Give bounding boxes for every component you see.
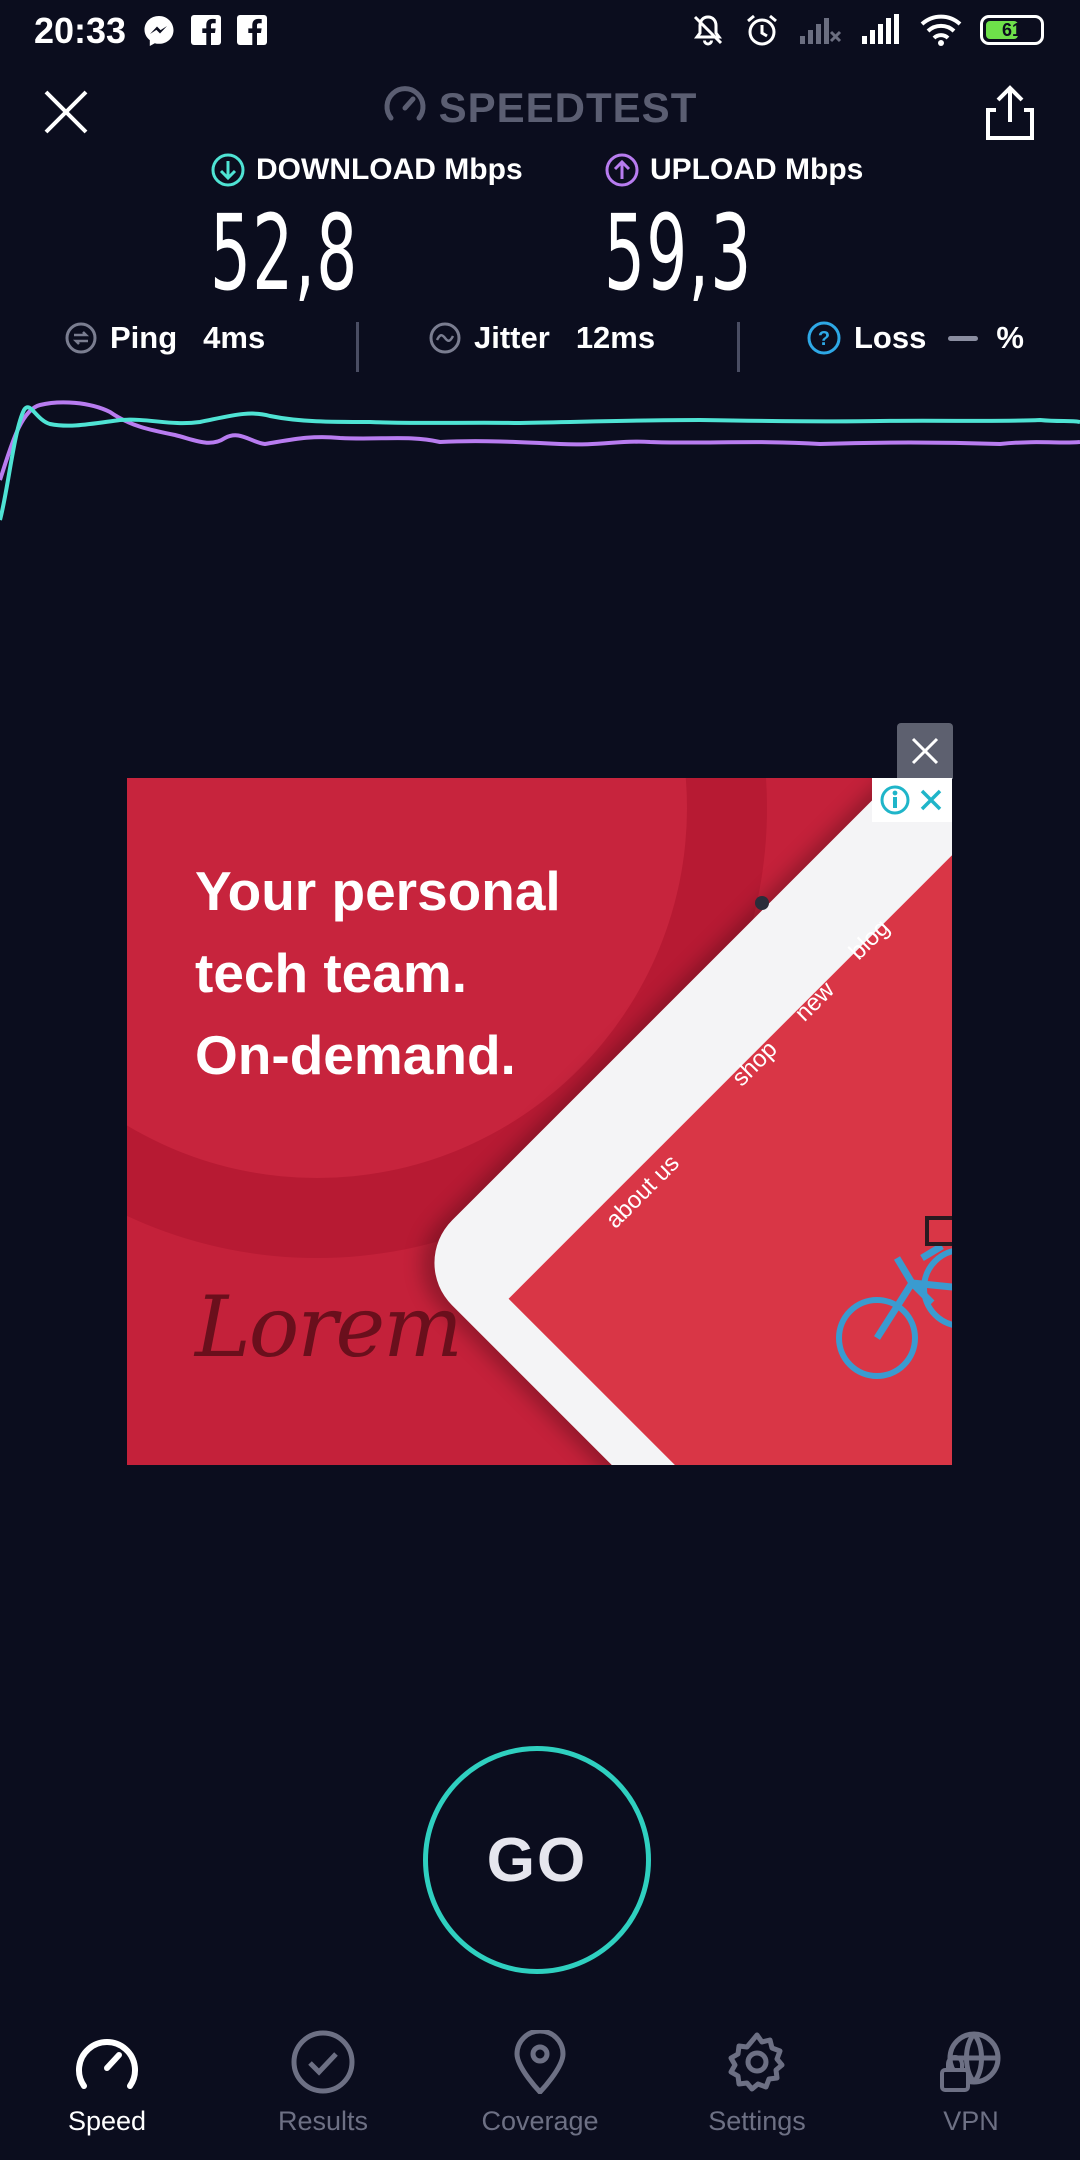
ping-label: Ping xyxy=(110,320,178,355)
download-label: DOWNLOAD Mbps xyxy=(210,152,523,188)
loss-value: % xyxy=(996,320,1024,355)
jitter-value: 12ms xyxy=(575,320,656,355)
notification-icons xyxy=(142,14,268,48)
metric-divider xyxy=(356,322,359,372)
metric-divider xyxy=(737,322,740,372)
ping-icon xyxy=(65,322,97,354)
close-icon[interactable] xyxy=(917,786,945,814)
nav-item-speed[interactable]: Speed xyxy=(7,2020,207,2137)
download-block: DOWNLOAD Mbps 52,8 xyxy=(210,152,523,314)
vpn-globe-lock-icon xyxy=(940,2031,1001,2092)
nav-label: Speed xyxy=(67,2106,147,2136)
loss-empty-dash xyxy=(948,335,979,341)
help-icon[interactable]: ? xyxy=(806,320,842,356)
speedometer-logo-icon xyxy=(384,86,426,121)
ad-tablet-camera xyxy=(755,896,769,910)
nav-label: Coverage xyxy=(481,2106,599,2136)
ping-metric: Ping 4ms xyxy=(64,320,265,356)
facebook-icon xyxy=(191,15,221,45)
download-arrow-icon xyxy=(211,153,245,187)
messenger-icon xyxy=(144,16,174,46)
ad-close-button[interactable] xyxy=(897,723,953,779)
battery-icon: 61 xyxy=(980,15,1044,45)
nav-item-results[interactable]: Results xyxy=(223,2020,423,2137)
status-bar: 20:33 61 xyxy=(0,0,1080,66)
close-icon xyxy=(911,737,939,765)
alarm-icon xyxy=(747,14,777,46)
upload-value: 59,3 xyxy=(604,192,753,314)
share-icon xyxy=(986,85,1034,140)
upload-label: UPLOAD Mbps xyxy=(604,152,863,188)
ad-brand-logo: Lorem xyxy=(195,1278,463,1376)
gear-icon xyxy=(728,2032,785,2092)
nav-label: VPN xyxy=(943,2106,999,2136)
app-title-text: SPEEDTEST xyxy=(438,84,698,131)
advertisement-banner[interactable]: about us shop new blog Your personal tec… xyxy=(127,778,952,1465)
ad-headline-line: tech team. xyxy=(195,942,468,1004)
download-label-text: DOWNLOAD Mbps xyxy=(256,153,523,186)
signal-icon xyxy=(862,14,899,44)
bottom-navigation: Speed Results Coverage Settings VPN xyxy=(0,2020,1080,2160)
bicycle-image xyxy=(836,1216,952,1379)
loss-metric[interactable]: ? Loss % xyxy=(806,320,1024,356)
download-graph-line xyxy=(0,405,1080,521)
speedometer-icon xyxy=(76,2039,138,2089)
upload-block: UPLOAD Mbps 59,3 xyxy=(604,152,863,314)
upload-graph-line xyxy=(0,400,1080,481)
status-time: 20:33 xyxy=(34,10,127,51)
svg-text:?: ? xyxy=(818,328,830,350)
ping-value: 4ms xyxy=(203,320,266,355)
wifi-icon xyxy=(920,14,962,46)
info-icon[interactable] xyxy=(879,784,911,816)
speed-graph xyxy=(0,400,1080,521)
ad-headline-line: On-demand. xyxy=(195,1024,516,1086)
ad-choices-badge[interactable] xyxy=(872,778,952,822)
facebook-icon xyxy=(237,15,267,45)
download-value: 52,8 xyxy=(210,192,359,314)
battery-level: 61 xyxy=(1001,20,1023,40)
nav-item-coverage[interactable]: Coverage xyxy=(440,2020,640,2137)
notifications-off-icon xyxy=(693,15,723,46)
share-button[interactable] xyxy=(982,82,1038,142)
ad-headline: Your personal tech team. On-demand. xyxy=(195,850,561,1096)
ad-headline-line: Your personal xyxy=(195,860,561,922)
upload-label-text: UPLOAD Mbps xyxy=(650,153,864,186)
nav-item-settings[interactable]: Settings xyxy=(657,2020,857,2137)
jitter-metric: Jitter 12ms xyxy=(428,320,655,356)
go-button[interactable]: GO xyxy=(423,1746,651,1974)
map-pin-icon xyxy=(514,2030,566,2094)
jitter-icon xyxy=(429,322,461,354)
jitter-label: Jitter xyxy=(474,320,550,355)
checkmark-circle-icon xyxy=(291,2030,355,2094)
speedtest-screen: 20:33 61 SPEEDTEST DOWNLOAD Mbps 52,8 UP… xyxy=(0,0,1080,2160)
system-icons: 61 xyxy=(690,12,1044,48)
signal-off-icon xyxy=(800,18,842,44)
app-title: SPEEDTEST xyxy=(0,84,1080,132)
nav-item-vpn[interactable]: VPN xyxy=(871,2020,1071,2137)
upload-arrow-icon xyxy=(605,153,639,187)
nav-label: Results xyxy=(277,2106,369,2136)
loss-label: Loss xyxy=(854,320,927,355)
nav-label: Settings xyxy=(708,2106,806,2136)
